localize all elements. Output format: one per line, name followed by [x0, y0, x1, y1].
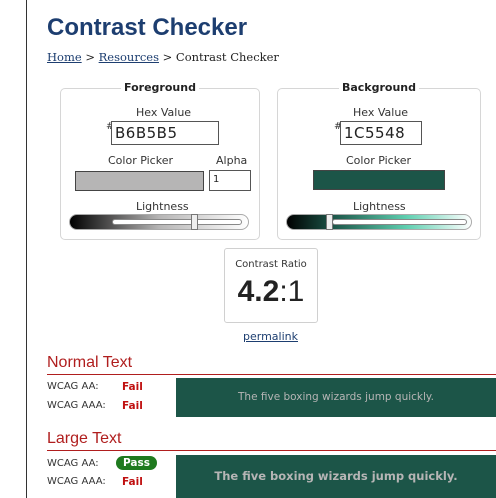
contrast-ratio-number: 4.2 [237, 275, 280, 308]
background-legend: Background [338, 81, 420, 94]
large-text-heading: Large Text [47, 430, 122, 447]
normal-wcag-aaa-result: Fail [122, 400, 143, 412]
background-picker-label: Color Picker [346, 154, 411, 167]
breadcrumb-separator: > [162, 50, 173, 64]
large-wcag-aa-result: Pass [116, 456, 157, 470]
background-lightness-thumb[interactable] [326, 214, 333, 230]
large-text-divider [47, 450, 496, 451]
foreground-panel: Foreground Hex Value # B6B5B5 Color Pick… [60, 81, 260, 240]
alpha-input[interactable]: 1 [209, 170, 251, 191]
large-wcag-aaa-label: WCAG AAA: [47, 476, 106, 487]
breadcrumb-resources-link[interactable]: Resources [99, 50, 159, 64]
foreground-hex-label: Hex Value [136, 106, 192, 119]
normal-text-heading: Normal Text [47, 354, 133, 371]
contrast-ratio-label: Contrast Ratio [235, 259, 307, 270]
foreground-lightness-slider[interactable] [69, 214, 249, 230]
foreground-lightness-label: Lightness [136, 200, 189, 213]
large-wcag-aaa-result: Fail [122, 476, 143, 488]
foreground-lightness-track [112, 219, 242, 225]
large-text-sample: The five boxing wizards jump quickly. [176, 455, 496, 498]
foreground-picker-label: Color Picker [108, 154, 173, 167]
background-hex-input[interactable]: 1C5548 [340, 121, 422, 145]
normal-wcag-aa-result: Fail [122, 381, 143, 393]
background-lightness-track [332, 219, 467, 225]
page-title: Contrast Checker [47, 14, 248, 41]
foreground-legend: Foreground [121, 81, 199, 94]
foreground-lightness-thumb[interactable] [191, 214, 198, 230]
large-wcag-aa-label: WCAG AA: [47, 458, 99, 469]
normal-text-divider [47, 374, 496, 375]
background-panel: Background Hex Value # 1C5548 Color Pick… [277, 81, 481, 240]
normal-text-sample: The five boxing wizards jump quickly. [176, 378, 496, 417]
breadcrumb-separator: > [85, 50, 95, 64]
foreground-hex-input[interactable]: B6B5B5 [111, 121, 219, 145]
contrast-ratio-value: 4.2:1 [225, 275, 317, 309]
breadcrumb-home-link[interactable]: Home [47, 50, 82, 64]
background-lightness-slider[interactable] [286, 214, 472, 230]
foreground-color-picker[interactable] [75, 171, 204, 191]
contrast-ratio-box: Contrast Ratio 4.2:1 [224, 248, 318, 323]
alpha-label: Alpha [216, 154, 248, 167]
permalink-link[interactable]: permalink [243, 330, 298, 343]
background-color-picker[interactable] [313, 170, 445, 190]
normal-wcag-aa-label: WCAG AA: [47, 381, 99, 392]
breadcrumb-current: Contrast Checker [175, 50, 279, 64]
background-lightness-label: Lightness [353, 200, 406, 213]
breadcrumb: Home > Resources > Contrast Checker [47, 50, 279, 64]
contrast-ratio-suffix: :1 [279, 275, 305, 308]
background-hex-label: Hex Value [353, 106, 409, 119]
normal-wcag-aaa-label: WCAG AAA: [47, 400, 106, 411]
